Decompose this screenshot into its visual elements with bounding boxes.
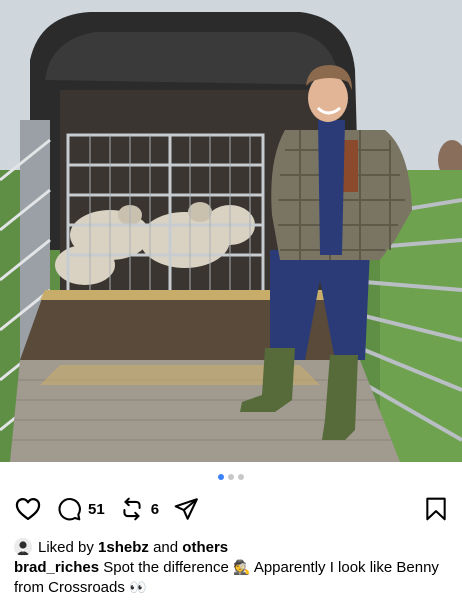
likes-prefix: Liked by	[38, 538, 94, 556]
carousel-dot-active	[218, 474, 224, 480]
repost-icon	[123, 497, 141, 521]
save-button[interactable]	[424, 496, 448, 522]
comment-icon	[58, 498, 81, 521]
post-action-bar: 51 6	[14, 494, 448, 524]
post-caption: brad_riches Spot the difference 🕵 Appare…	[14, 558, 452, 598]
liker-avatar[interactable]	[14, 538, 32, 556]
detective-emoji: 🕵	[233, 560, 251, 576]
heart-icon	[15, 497, 41, 521]
share-button[interactable]	[173, 496, 199, 522]
eyes-emoji: 👀	[129, 580, 147, 596]
repost-count: 6	[150, 500, 160, 518]
caption-text-part1: Spot the difference	[103, 559, 229, 576]
post-image[interactable]	[0, 0, 462, 462]
carousel-dot	[238, 474, 244, 480]
carousel-indicator	[0, 474, 462, 480]
comment-count: 51	[88, 500, 105, 518]
repost-button[interactable]: 6	[119, 496, 159, 522]
bookmark-icon	[426, 497, 446, 521]
send-icon	[174, 498, 198, 520]
caption-username[interactable]: brad_riches	[14, 559, 99, 576]
liker-username[interactable]: 1shebz	[98, 539, 149, 556]
comment-button[interactable]: 51	[56, 496, 105, 522]
likes-others-link[interactable]: others	[182, 539, 228, 556]
likes-summary[interactable]: Liked by 1shebz and others	[14, 536, 452, 558]
like-button[interactable]	[14, 495, 42, 523]
likes-connector: and	[153, 538, 179, 556]
carousel-dot	[228, 474, 234, 480]
